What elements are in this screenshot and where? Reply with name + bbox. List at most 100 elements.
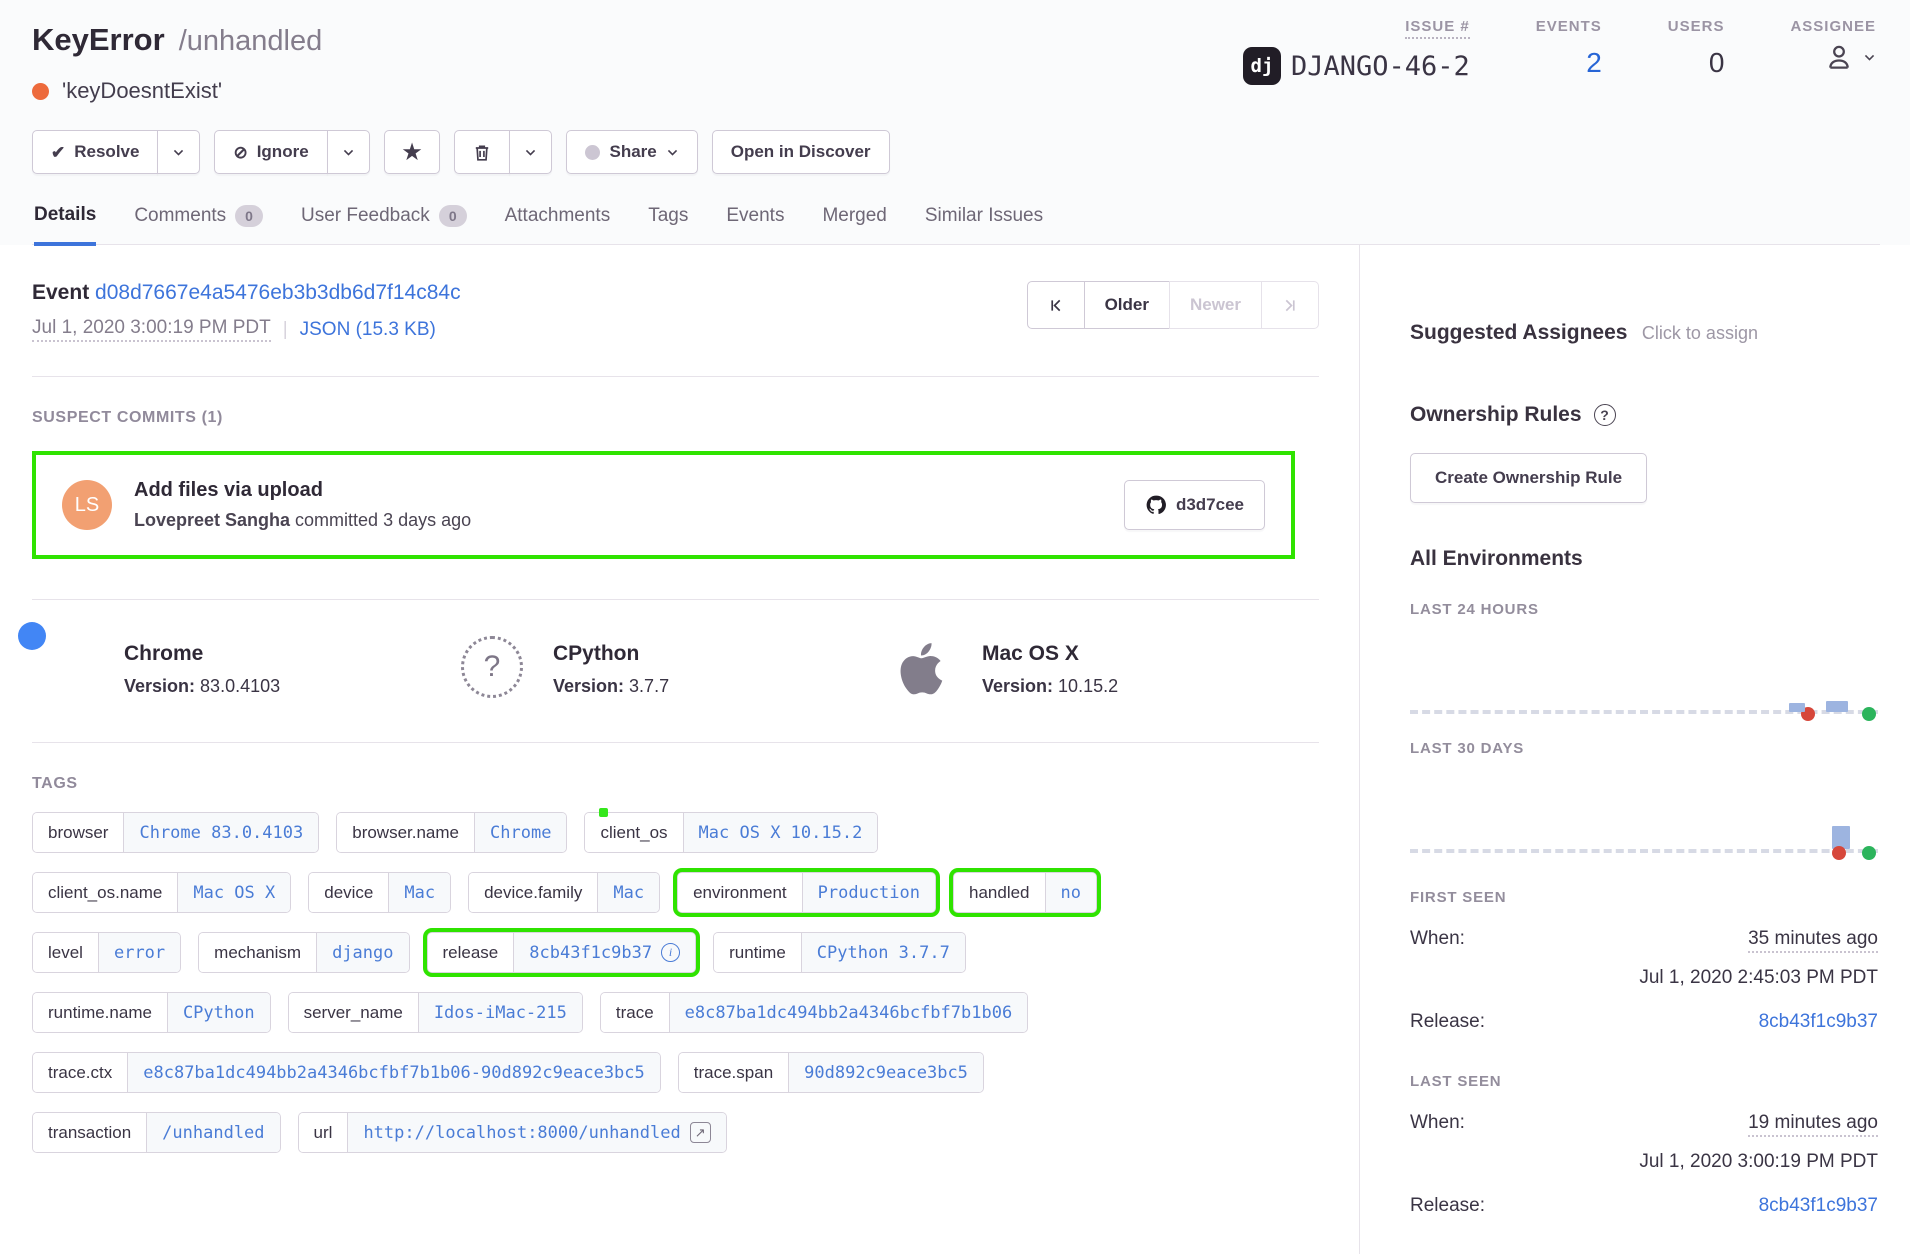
resolve-dropdown-button[interactable]	[157, 130, 200, 174]
click-to-assign-hint[interactable]: Click to assign	[1642, 323, 1758, 343]
delete-dropdown-button[interactable]	[509, 130, 552, 174]
tag-pill-environment[interactable]: environmentProduction	[677, 872, 936, 913]
event-id-link[interactable]: d08d7667e4a5476eb3b3db6d7f14c84c	[95, 281, 461, 304]
tab-details[interactable]: Details	[34, 204, 96, 246]
tag-pill-runtime[interactable]: runtimeCPython 3.7.7	[713, 932, 966, 973]
last-seen-section: LAST SEEN When: 19 minutes ago Jul 1, 20…	[1410, 1073, 1878, 1217]
star-icon: ★	[403, 142, 422, 163]
help-icon[interactable]: ?	[1594, 404, 1616, 426]
tab-user-feedback[interactable]: User Feedback0	[301, 204, 467, 244]
skip-to-first-icon	[1048, 298, 1063, 313]
assignee-dropdown[interactable]	[1823, 41, 1876, 73]
commit-sha-button[interactable]: d3d7cee	[1124, 480, 1265, 530]
last-seen-release-link[interactable]: 8cb43f1c9b37	[1759, 1195, 1878, 1217]
event-timestamp[interactable]: Jul 1, 2020 3:00:19 PM PDT	[32, 317, 271, 342]
last-seen-absolute: Jul 1, 2020 3:00:19 PM PDT	[1410, 1151, 1878, 1173]
tag-pill-level[interactable]: levelerror	[32, 932, 181, 973]
tag-pill-client-os-name[interactable]: client_os.nameMac OS X	[32, 872, 291, 913]
suspect-commit-highlight: LS Add files via upload Lovepreet Sangha…	[32, 451, 1295, 559]
spark-30d	[1410, 765, 1878, 863]
tag-pill-transaction[interactable]: transaction/unhandled	[32, 1112, 281, 1153]
tags-section: TAGS browserChrome 83.0.4103 browser.nam…	[32, 742, 1319, 1183]
users-label: USERS	[1668, 18, 1725, 35]
issue-stats: ISSUE # dj DJANGO-46-2 EVENTS 2 USERS 0 …	[1243, 18, 1876, 85]
context-name: Chrome	[124, 642, 280, 666]
action-toolbar: ✔ Resolve ⊘ Ignore ★	[32, 130, 1880, 174]
tag-pill-trace-span[interactable]: trace.span90d892c9eace3bc5	[678, 1052, 984, 1093]
tab-comments[interactable]: Comments0	[134, 204, 263, 244]
create-ownership-rule-button[interactable]: Create Ownership Rule	[1410, 453, 1647, 503]
tag-pill-device[interactable]: deviceMac	[308, 872, 451, 913]
external-link-icon[interactable]: ↗	[690, 1122, 711, 1143]
tag-pill-runtime-name[interactable]: runtime.nameCPython	[32, 992, 271, 1033]
tag-pill-release[interactable]: release8cb43f1c9b37i	[427, 932, 697, 973]
first-seen-release-link[interactable]: 8cb43f1c9b37	[1759, 1011, 1878, 1033]
when-label: When:	[1410, 1112, 1465, 1134]
suspect-commits-section: SUSPECT COMMITS (1) LS Add files via upl…	[32, 376, 1319, 559]
older-event-button[interactable]: Older	[1084, 281, 1170, 329]
tag-pill-server-name[interactable]: server_nameIdos-iMac-215	[288, 992, 583, 1033]
tab-tags[interactable]: Tags	[648, 204, 688, 244]
context-os: Mac OS X Version: 10.15.2	[890, 636, 1319, 702]
tag-pill-handled[interactable]: handledno	[953, 872, 1097, 913]
chevron-down-icon	[172, 146, 185, 159]
last-24-hours-label: LAST 24 HOURS	[1410, 601, 1878, 618]
stat-events: EVENTS 2	[1536, 18, 1602, 85]
ignore-dropdown-button[interactable]	[327, 130, 370, 174]
tag-pill-browser-name[interactable]: browser.nameChrome	[336, 812, 567, 853]
oldest-event-button[interactable]	[1027, 281, 1085, 329]
latest-event-button[interactable]	[1261, 281, 1319, 329]
when-label: When:	[1410, 928, 1465, 950]
apple-icon	[890, 636, 956, 702]
users-count[interactable]: 0	[1709, 47, 1725, 79]
delete-button[interactable]	[454, 130, 510, 174]
tag-pill-mechanism[interactable]: mechanismdjango	[198, 932, 409, 973]
tab-events[interactable]: Events	[726, 204, 784, 244]
event-json-link[interactable]: JSON (15.3 KB)	[300, 319, 436, 341]
ignore-button[interactable]: ⊘ Ignore	[214, 130, 327, 174]
check-icon: ✔	[51, 144, 65, 161]
commit-meta: committed 3 days ago	[290, 510, 471, 530]
event-header: Event d08d7667e4a5476eb3b3db6d7f14c84c J…	[32, 245, 1319, 376]
tab-merged[interactable]: Merged	[822, 204, 886, 244]
suggested-assignees-title: Suggested Assignees	[1410, 321, 1627, 344]
tag-pill-device-family[interactable]: device.familyMac	[468, 872, 660, 913]
last-seen-heading: LAST SEEN	[1410, 1073, 1878, 1090]
spark-24h-bar	[1789, 703, 1805, 712]
share-button[interactable]: Share	[566, 130, 697, 174]
newer-event-button[interactable]: Newer	[1169, 281, 1262, 329]
event-label: Event	[32, 281, 89, 304]
chevron-down-icon	[666, 146, 679, 159]
bookmark-button[interactable]: ★	[384, 130, 441, 174]
spark-24h-bar	[1826, 701, 1848, 712]
release-label: Release:	[1410, 1011, 1485, 1033]
tag-pill-trace[interactable]: tracee8c87ba1dc494bb2a4346bcfbf7b1b06	[600, 992, 1028, 1033]
tag-pill-url[interactable]: urlhttp://localhost:8000/unhandled↗	[298, 1112, 727, 1153]
commit-title: Add files via upload	[134, 479, 1124, 502]
last-seen-relative[interactable]: 19 minutes ago	[1748, 1112, 1878, 1137]
tag-pill-trace-ctx[interactable]: trace.ctxe8c87ba1dc494bb2a4346bcfbf7b1b0…	[32, 1052, 661, 1093]
info-icon[interactable]: i	[661, 943, 680, 962]
skip-to-last-icon	[1283, 298, 1298, 313]
tag-pill-browser[interactable]: browserChrome 83.0.4103	[32, 812, 319, 853]
last-30-days-label: LAST 30 DAYS	[1410, 740, 1878, 757]
tag-pill-client-os[interactable]: client_osMac OS X 10.15.2	[584, 812, 878, 853]
open-in-discover-button[interactable]: Open in Discover	[712, 130, 890, 174]
first-seen-relative[interactable]: 35 minutes ago	[1748, 928, 1878, 953]
context-runtime: ? CPython Version: 3.7.7	[461, 636, 890, 702]
tab-similar-issues[interactable]: Similar Issues	[925, 204, 1043, 244]
resolve-button[interactable]: ✔ Resolve	[32, 130, 158, 174]
stat-users: USERS 0	[1668, 18, 1725, 85]
chevron-down-icon	[1863, 51, 1876, 64]
user-icon	[1823, 41, 1855, 73]
events-count[interactable]: 2	[1586, 47, 1602, 79]
error-level-dot-icon	[32, 83, 49, 100]
tab-attachments[interactable]: Attachments	[505, 204, 611, 244]
release-label: Release:	[1410, 1195, 1485, 1217]
chevron-down-icon	[524, 146, 537, 159]
issue-sidebar: Suggested Assignees Click to assign Owne…	[1360, 245, 1910, 1254]
commit-row: LS Add files via upload Lovepreet Sangha…	[36, 455, 1291, 555]
issue-message: 'keyDoesntExist'	[62, 78, 222, 104]
issue-number-label: ISSUE #	[1405, 18, 1470, 39]
page-title: KeyError	[32, 22, 165, 58]
